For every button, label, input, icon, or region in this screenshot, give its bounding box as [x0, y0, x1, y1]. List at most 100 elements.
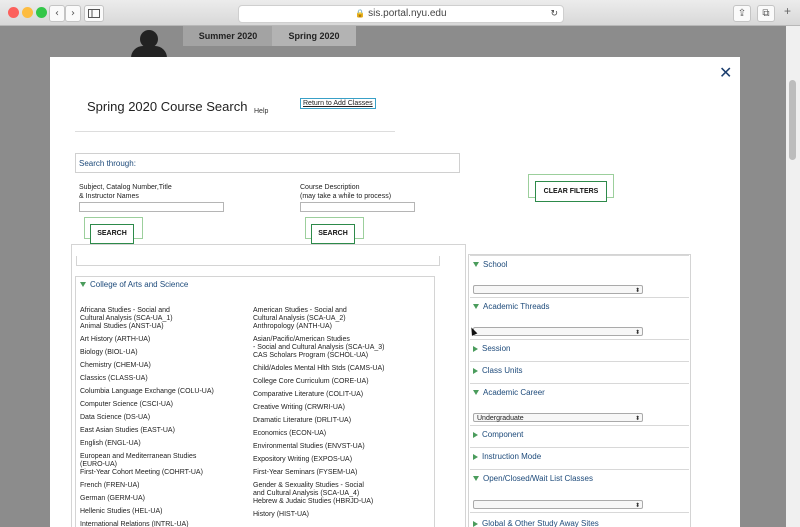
subject-link[interactable]: First-Year Cohort Meeting (COHRT-UA)	[80, 469, 203, 477]
subject-link[interactable]: Dramatic Literature (DRLIT-UA)	[253, 417, 351, 425]
expand-right-icon	[473, 520, 478, 527]
subject-link[interactable]: and Cultural Analysis (SCA-UA_4)	[253, 490, 359, 498]
description-search-button[interactable]: SEARCH	[311, 224, 355, 244]
browser-toolbar: ‹ › 🔒 sis.portal.nyu.edu ↻ ⇪ ⧉ +	[0, 0, 800, 26]
subject-link[interactable]: Cultural Analysis (SCA-UA_2)	[253, 315, 346, 323]
subject-link[interactable]: Asian/Pacific/American Studies	[253, 336, 350, 344]
reload-icon[interactable]: ↻	[550, 6, 558, 22]
page-title: Spring 2020 Course Search	[87, 99, 248, 114]
tab-summer-2020[interactable]: Summer 2020	[183, 26, 273, 46]
filter-component-label: Component	[482, 430, 524, 439]
subject-link[interactable]: Expository Writing (EXPOS-UA)	[253, 456, 352, 464]
filter-school-label: School	[483, 260, 508, 269]
filter-academic-threads[interactable]: Academic Threads	[470, 297, 689, 319]
subject-label-line-2: & Instructor Names	[79, 193, 139, 200]
forward-icon[interactable]: ›	[65, 5, 81, 22]
description-search-label: Course Description (may take a while to …	[300, 183, 391, 201]
expand-right-icon	[473, 453, 478, 460]
filter-instruction-mode-label: Instruction Mode	[482, 452, 542, 461]
subject-link[interactable]: Columbia Language Exchange (COLU-UA)	[80, 388, 214, 396]
subject-link[interactable]: Biology (BIOL-UA)	[80, 349, 138, 357]
expand-down-icon	[473, 304, 479, 310]
open-closed-select[interactable]: ⬍	[473, 500, 643, 509]
subject-link[interactable]: Chemistry (CHEM-UA)	[80, 362, 151, 370]
filter-session-label: Session	[482, 344, 511, 353]
subject-link[interactable]: CAS Scholars Program (SCHOL-UA)	[253, 352, 368, 360]
subject-link[interactable]: European and Mediterranean Studies	[80, 453, 196, 461]
subject-link[interactable]: Animal Studies (ANST-UA)	[80, 323, 164, 331]
select-arrows-icon: ⬍	[634, 415, 640, 422]
back-icon[interactable]: ‹	[49, 5, 65, 22]
subject-link[interactable]: German (GERM-UA)	[80, 495, 145, 503]
subject-label-line-1: Subject, Catalog Number,Title	[79, 184, 172, 191]
filter-global[interactable]: Global & Other Study Away Sites	[470, 512, 689, 527]
address-bar[interactable]: 🔒 sis.portal.nyu.edu ↻	[238, 5, 564, 23]
subject-link[interactable]: Child/Adoles Mental Hlth Stds (CAMS-UA)	[253, 365, 385, 373]
college-toggle[interactable]: College of Arts and Science	[80, 280, 188, 289]
filter-academic-career[interactable]: Academic Career	[470, 383, 689, 405]
clear-filters-button[interactable]: CLEAR FILTERS	[535, 181, 607, 202]
subject-link[interactable]: Creative Writing (CRWRI-UA)	[253, 404, 345, 412]
subject-link[interactable]: Gender & Sexuality Studies - Social	[253, 482, 364, 490]
select-arrows-icon: ⬍	[634, 287, 640, 294]
filter-class-units[interactable]: Class Units	[470, 361, 689, 383]
page-scrollbar-thumb[interactable]	[789, 80, 796, 160]
filter-instruction-mode[interactable]: Instruction Mode	[470, 447, 689, 469]
filter-component[interactable]: Component	[470, 425, 689, 447]
minimize-window-dot[interactable]	[22, 7, 33, 18]
new-tab-icon[interactable]: +	[784, 4, 791, 18]
expand-down-icon	[473, 476, 479, 482]
expand-down-icon	[473, 390, 479, 396]
subject-link[interactable]: - Social and Cultural Analysis (SCA-UA_3…	[253, 344, 385, 352]
close-window-dot[interactable]	[8, 7, 19, 18]
subject-link[interactable]: East Asian Studies (EAST-UA)	[80, 427, 175, 435]
academic-career-value: Undergraduate	[477, 415, 524, 422]
filter-school[interactable]: School	[470, 255, 689, 277]
college-name: College of Arts and Science	[90, 280, 189, 289]
subject-link[interactable]: Cultural Analysis (SCA-UA_1)	[80, 315, 173, 323]
academic-career-select[interactable]: Undergraduate ⬍	[473, 413, 643, 422]
filter-global-label: Global & Other Study Away Sites	[482, 519, 599, 527]
subject-search-label: Subject, Catalog Number,Title & Instruct…	[79, 183, 172, 201]
academic-threads-select[interactable]: ⬍	[473, 327, 643, 336]
select-arrows-icon: ⬍	[634, 329, 640, 336]
subject-link[interactable]: French (FREN-UA)	[80, 482, 140, 490]
subject-search-button[interactable]: SEARCH	[90, 224, 134, 244]
close-icon[interactable]: ✕	[719, 63, 732, 82]
filter-open-closed-label: Open/Closed/Wait List Classes	[483, 474, 593, 483]
filter-open-closed[interactable]: Open/Closed/Wait List Classes	[470, 469, 689, 491]
sidebar-icon[interactable]	[84, 5, 104, 22]
subject-link[interactable]: Hellenic Studies (HEL-UA)	[80, 508, 162, 516]
subject-link[interactable]: First-Year Seminars (FYSEM-UA)	[253, 469, 357, 477]
subject-link[interactable]: Art History (ARTH-UA)	[80, 336, 150, 344]
subject-link[interactable]: Africana Studies - Social and	[80, 307, 170, 315]
help-link[interactable]: Help	[254, 108, 268, 115]
subject-link[interactable]: College Core Curriculum (CORE-UA)	[253, 378, 369, 386]
description-search-input[interactable]	[300, 202, 415, 212]
subject-link[interactable]: Comparative Literature (COLIT-UA)	[253, 391, 363, 399]
subject-link[interactable]: History (HIST-UA)	[253, 511, 309, 519]
filter-session[interactable]: Session	[470, 339, 689, 361]
expand-down-icon	[473, 262, 479, 268]
school-select[interactable]: ⬍	[473, 285, 643, 294]
tabs-icon[interactable]: ⧉	[757, 5, 775, 22]
subject-search-input[interactable]	[79, 202, 224, 212]
zoom-window-dot[interactable]	[36, 7, 47, 18]
subject-link[interactable]: (EURO-UA)	[80, 461, 117, 469]
share-icon[interactable]: ⇪	[733, 5, 751, 22]
subject-link[interactable]: International Relations (INTRL-UA)	[80, 521, 189, 527]
subject-link[interactable]: Data Science (DS-UA)	[80, 414, 150, 422]
subject-link[interactable]: Economics (ECON-UA)	[253, 430, 326, 438]
tab-spring-2020[interactable]: Spring 2020	[272, 26, 356, 46]
search-through-label: Search through:	[75, 153, 460, 173]
subject-link[interactable]: Computer Science (CSCI-UA)	[80, 401, 173, 409]
return-to-add-classes-link[interactable]: Return to Add Classes	[300, 98, 376, 109]
subject-link[interactable]: Hebrew & Judaic Studies (HBRJD-UA)	[253, 498, 373, 506]
subject-link[interactable]: Environmental Studies (ENVST-UA)	[253, 443, 365, 451]
subject-link[interactable]: American Studies - Social and	[253, 307, 347, 315]
subject-link[interactable]: English (ENGL-UA)	[80, 440, 141, 448]
expand-right-icon	[473, 367, 478, 374]
subject-link[interactable]: Classics (CLASS-UA)	[80, 375, 148, 383]
expand-right-icon	[473, 345, 478, 352]
subject-link[interactable]: Anthropology (ANTH-UA)	[253, 323, 332, 331]
